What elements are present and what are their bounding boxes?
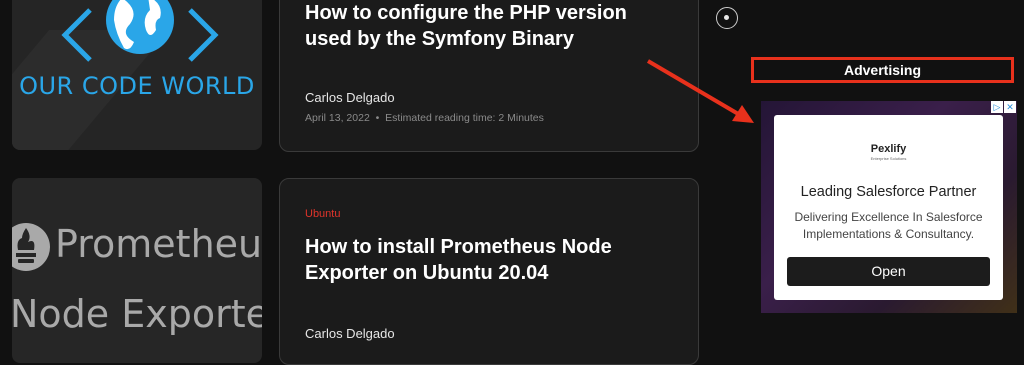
ad-headline[interactable]: Leading Salesforce Partner [774,184,1003,200]
article-reading-time: Estimated reading time: 2 Minutes [385,112,544,124]
article-meta: April 13, 2022 • Estimated reading time:… [305,112,544,124]
article-author[interactable]: Carlos Delgado [305,90,395,105]
red-arrow-annotation [646,59,754,123]
article-category[interactable]: Ubuntu [305,208,340,220]
our-code-world-logo: OUR CODE WORLD [19,72,255,100]
advertising-label: Advertising [751,57,1014,83]
ad-brand-logo: Pexlify [870,143,907,155]
article-title-line-1[interactable]: How to configure the PHP version [305,0,627,26]
article-title-line-1[interactable]: How to install Prometheus Node [305,234,612,260]
ad-body: Delivering Excellence In Salesforce Impl… [784,209,993,243]
prometheus-flame-icon [12,223,50,271]
thumbnail-text-prometheus: Prometheus [55,222,262,266]
globe-code-icon [61,0,219,62]
thumbnail-text-node-exporter: Node Exporter [12,292,262,336]
ad-card[interactable]: Pexlify Enterprise Solutions Leading Sal… [774,115,1003,300]
article-card[interactable]: How to configure the PHP version used by… [279,0,699,152]
article-author[interactable]: Carlos Delgado [305,326,395,341]
article-title-line-2[interactable]: Exporter on Ubuntu 20.04 [305,260,548,286]
article-thumbnail-prometheus[interactable]: Prometheus Node Exporter [12,178,262,363]
ad-close-icon[interactable]: ✕ [1004,101,1016,113]
advertisement[interactable]: ▷ ✕ Pexlify Enterprise Solutions Leading… [761,101,1017,313]
article-date: April 13, 2022 [305,112,370,124]
ad-brand-tagline: Enterprise Solutions [870,156,907,161]
meta-separator-dot: • [372,112,383,124]
ad-body-line-2: Implementations & Consultancy. [802,227,975,241]
ad-body-line-1: Delivering Excellence In Salesforce [794,210,983,224]
radio-circle-icon[interactable] [716,7,738,29]
article-title-line-2[interactable]: used by the Symfony Binary [305,26,574,52]
article-card[interactable]: Ubuntu How to install Prometheus Node Ex… [279,178,699,365]
article-thumbnail-our-code-world[interactable]: OUR CODE WORLD [12,0,262,150]
ad-info-icon[interactable]: ▷ [991,101,1003,113]
ad-open-button[interactable]: Open [787,257,990,286]
